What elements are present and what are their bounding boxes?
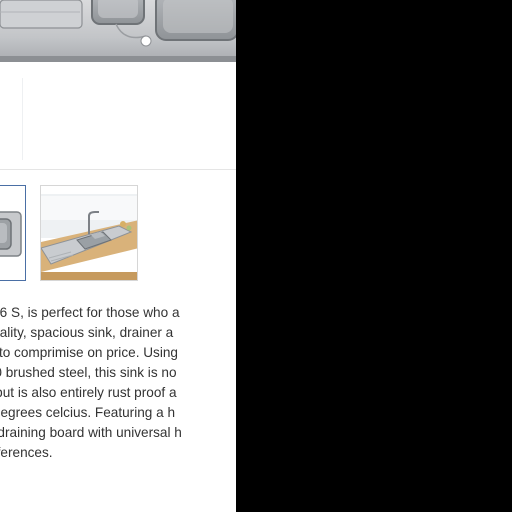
- description-line: to clean, but is also entirely rust proo…: [0, 385, 177, 400]
- image-gallery-edge: [0, 78, 23, 160]
- description-line: O DINAS 6 S, is perfect for those who a: [0, 305, 180, 320]
- product-page: O DINAS 6 S, is perfect for those who a …: [0, 0, 236, 512]
- description-line: ylistic preferences.: [0, 445, 53, 460]
- description-line: ality 18/10 brushed steel, this sink is …: [0, 365, 177, 380]
- description-line: p to 300 degrees celcius. Featuring a h: [0, 405, 176, 420]
- thumbnail-sink-front[interactable]: [0, 185, 26, 281]
- sink-illustration: [0, 0, 236, 62]
- thumbnail-sink-kitchen[interactable]: [40, 185, 138, 281]
- description-line: spacious draining board with universal h: [0, 425, 182, 440]
- off-screen-area: [236, 0, 512, 512]
- product-description: O DINAS 6 S, is perfect for those who a …: [0, 303, 236, 463]
- kitchen-thumbnail-image: [41, 186, 137, 280]
- description-line: ut having to comprimise on price. Using: [0, 345, 178, 360]
- product-main-image[interactable]: [0, 0, 236, 62]
- sink-thumbnail-image: [0, 186, 25, 280]
- section-divider: [0, 169, 236, 170]
- description-line: e, high quality, spacious sink, drainer …: [0, 325, 174, 340]
